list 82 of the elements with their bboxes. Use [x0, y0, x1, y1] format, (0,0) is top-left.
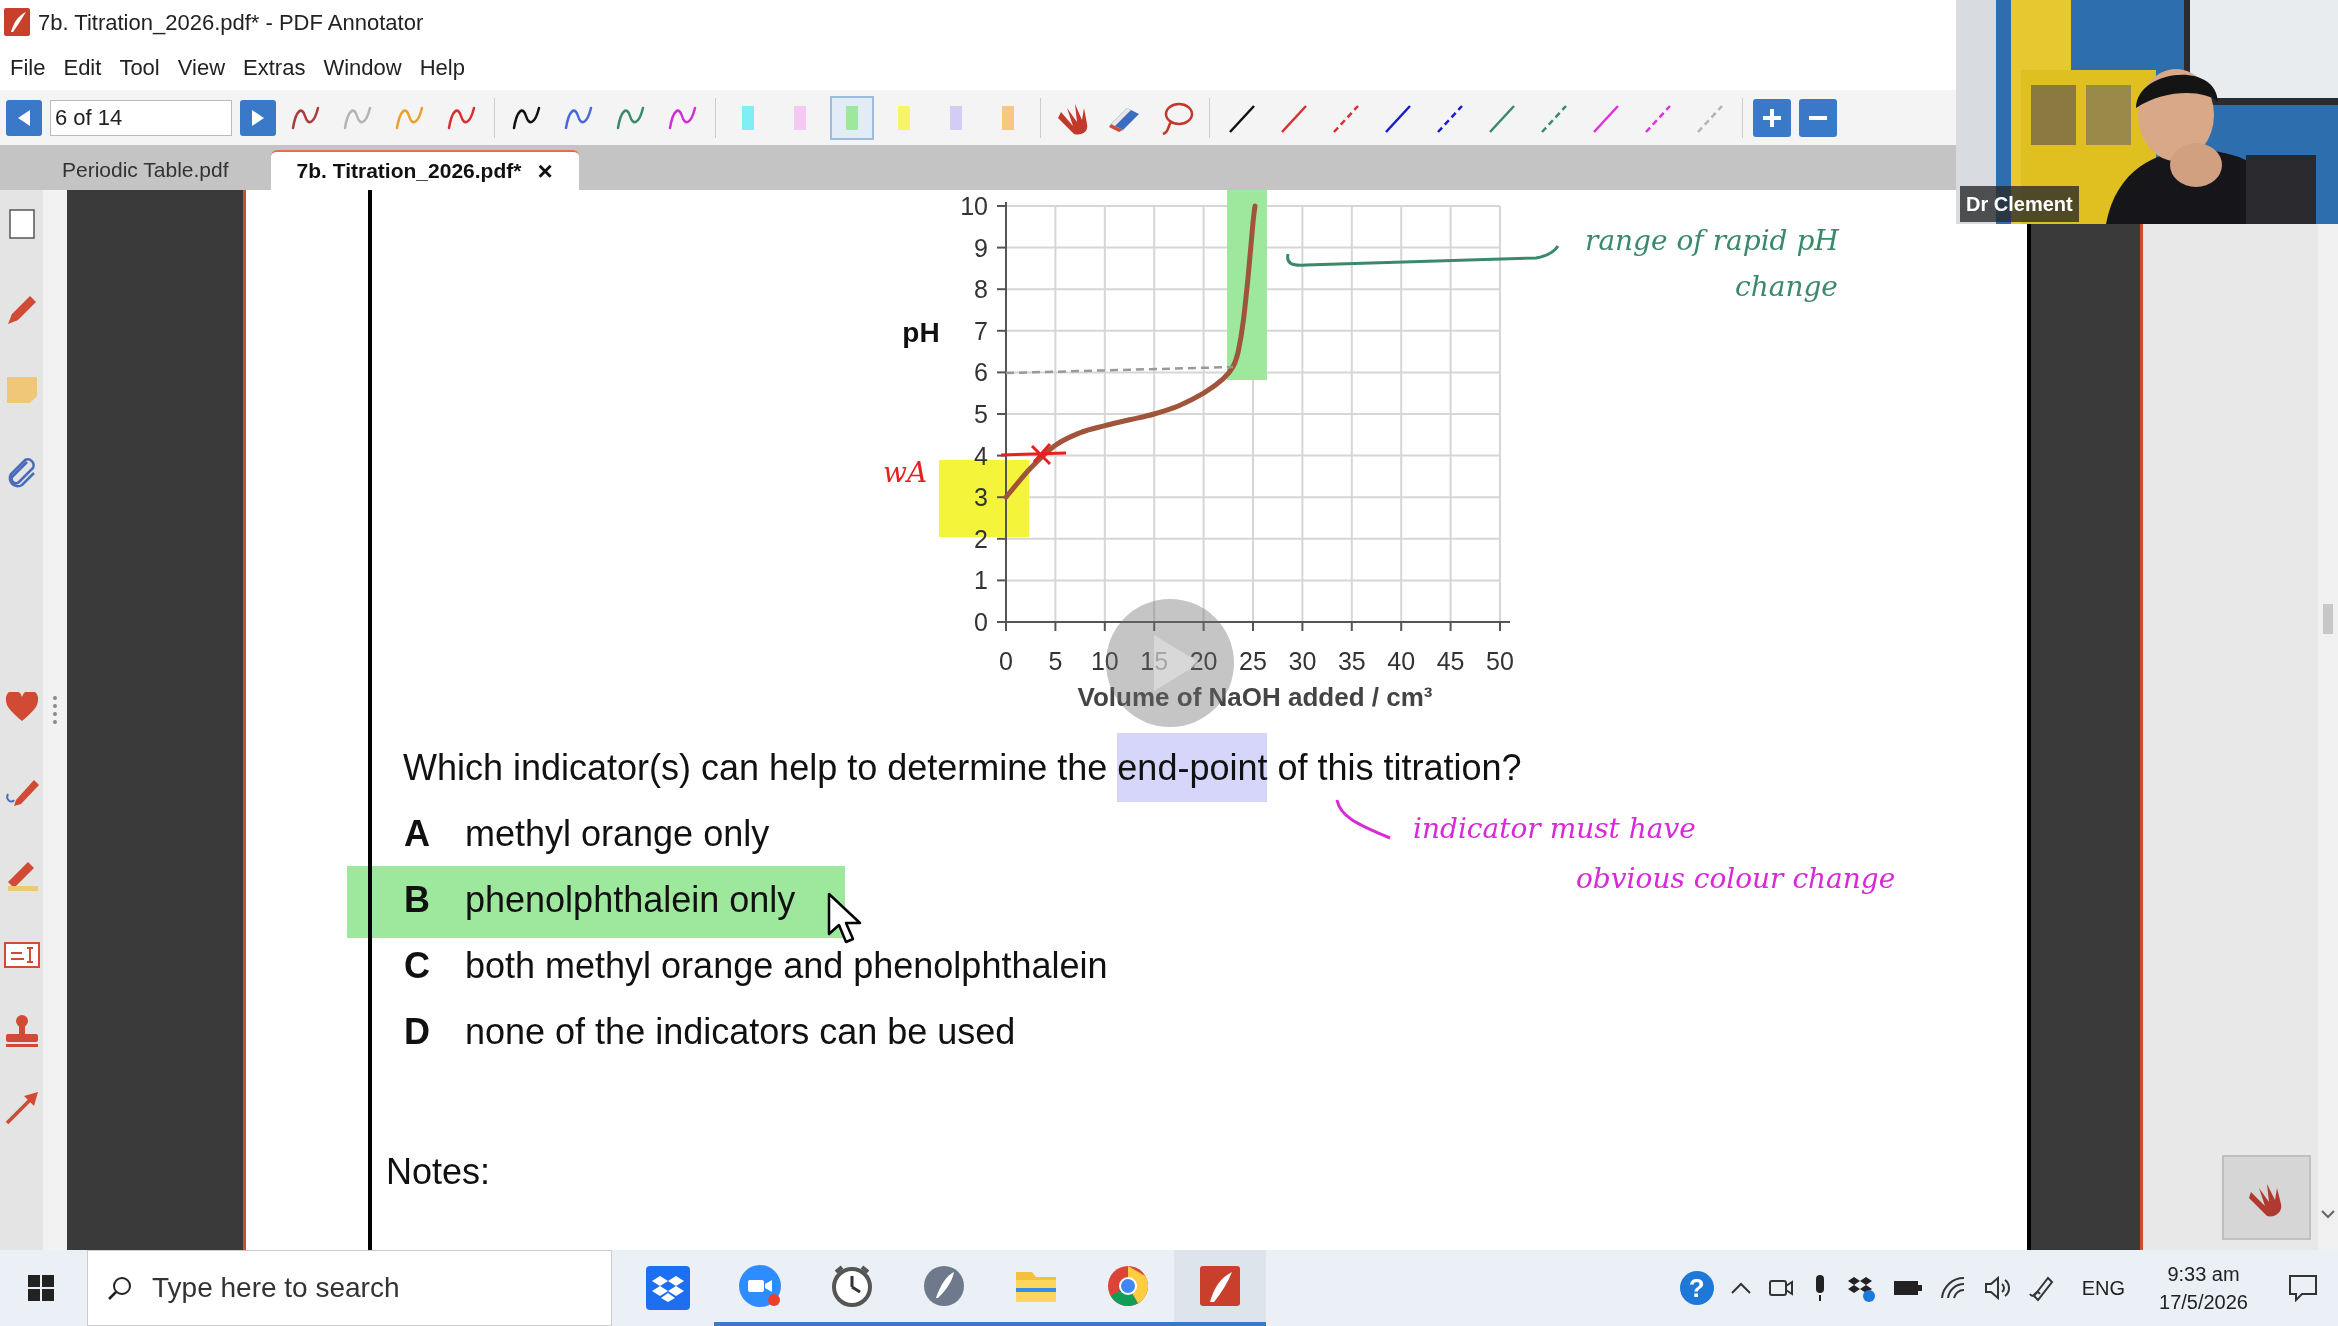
handwritten-note: range of rapid pH: [1585, 223, 1839, 259]
notification-icon[interactable]: [2288, 1274, 2318, 1302]
window-title: 7b. Titration_2026.pdf* - PDF Annotator: [38, 8, 424, 37]
tick-label: 6: [974, 358, 988, 387]
previous-page-button[interactable]: [6, 99, 42, 136]
search-field[interactable]: Type here to search: [87, 1250, 612, 1326]
chevron-up-icon[interactable]: [1729, 1281, 1752, 1295]
tick-label: 9: [974, 233, 988, 262]
language-indicator[interactable]: ENG: [2081, 1273, 2125, 1303]
search-icon: [107, 1275, 133, 1301]
time-text: 9:33 am: [2167, 1262, 2240, 1287]
plus-icon: [1761, 106, 1783, 129]
minus-icon: [1809, 115, 1827, 120]
option-letter: C: [404, 944, 431, 988]
raise-hand-button[interactable]: [2222, 1155, 2311, 1240]
help-button[interactable]: ?: [1679, 1271, 1714, 1305]
close-tab-button[interactable]: ×: [537, 151, 553, 191]
zoom-out-button[interactable]: [1799, 98, 1837, 137]
heart-icon[interactable]: [4, 692, 39, 722]
document-tab[interactable]: Periodic Table.pdf: [40, 150, 251, 190]
scrollbar-thumb[interactable]: [2323, 604, 2333, 634]
start-button[interactable]: [28, 1275, 54, 1301]
axis-title: pH: [902, 317, 940, 348]
pen-icon[interactable]: [2027, 1274, 2056, 1302]
handwritten-note: indicator must have: [1413, 811, 1696, 847]
tick-label: 10: [960, 192, 988, 220]
tick-label: 40: [1387, 647, 1416, 675]
option-text: methyl orange only: [465, 812, 770, 856]
notes-label: Notes:: [386, 1150, 491, 1194]
tick-label: 8: [974, 275, 988, 304]
menu-item[interactable]: Edit: [57, 50, 108, 84]
arrow-tool-icon[interactable]: [3, 1090, 40, 1126]
tick-label: 5: [1048, 647, 1063, 675]
option-letter: D: [404, 1010, 431, 1054]
tick-label: 0: [999, 647, 1013, 675]
option-letter: A: [404, 812, 431, 856]
date-text: 17/5/2026: [2159, 1290, 2248, 1315]
tick-label: 3: [974, 483, 988, 512]
tick-label: 7: [974, 316, 988, 345]
tick-label: 1: [974, 566, 988, 595]
tick-label: 25: [1239, 647, 1267, 675]
grip-handle-icon[interactable]: [52, 695, 58, 725]
text-field-icon[interactable]: [3, 942, 40, 968]
tick-label: 0: [974, 608, 988, 636]
next-page-button[interactable]: [240, 99, 276, 136]
option-text: phenolphthalein only: [465, 878, 796, 922]
page-number-field[interactable]: 6 of 14: [50, 99, 232, 136]
tick-label: 20: [1189, 647, 1218, 675]
option-text: both methyl orange and phenolphthalein: [465, 944, 1108, 988]
tick-label: 5: [974, 400, 988, 428]
option-letter: B: [404, 878, 431, 922]
tick-label: 50: [1486, 647, 1514, 675]
menu-item[interactable]: Window: [317, 50, 408, 84]
tick-label: 10: [1090, 647, 1119, 675]
menu-item[interactable]: File: [4, 50, 52, 84]
scroll-down-icon[interactable]: [2321, 1209, 2335, 1219]
menu-item[interactable]: View: [171, 50, 232, 84]
handwritten-note: obvious colour change: [1576, 861, 1896, 897]
participant-name-label: Dr Clement: [1960, 186, 2079, 222]
cross-mark: [999, 442, 1068, 466]
feather-app-icon[interactable]: [1174, 1250, 1266, 1326]
handwritten-note: wA: [883, 455, 928, 491]
handwritten-stroke: [1335, 799, 1391, 840]
menu-item[interactable]: Extras: [237, 50, 312, 84]
tick-label: 35: [1337, 647, 1366, 675]
option-text: none of the indicators can be used: [465, 1010, 1016, 1054]
menu-item[interactable]: Tool: [113, 50, 166, 84]
axis-title: Volume of NaOH added / cm³: [1077, 682, 1433, 712]
menu-item[interactable]: Help: [413, 50, 471, 84]
tick-label: 15: [1140, 647, 1169, 675]
speaker-icon[interactable]: [1983, 1276, 2012, 1300]
triangle-left-icon: [16, 108, 32, 127]
tick-label: 30: [1288, 647, 1317, 675]
rectangle-tool-icon[interactable]: [7, 208, 36, 240]
app-logo-icon: [4, 8, 30, 36]
triangle-right-icon: [250, 108, 266, 127]
zoom-in-button[interactable]: [1753, 98, 1791, 137]
handwritten-note: change: [1735, 269, 1838, 305]
stamp-icon[interactable]: [3, 1014, 40, 1048]
document-tab[interactable]: 7b. Titration_2026.pdf* ×: [270, 150, 579, 190]
question-text: Which indicator(s) can help to determine the end-point of this titration?: [403, 735, 1522, 801]
tick-label: 45: [1436, 647, 1465, 675]
